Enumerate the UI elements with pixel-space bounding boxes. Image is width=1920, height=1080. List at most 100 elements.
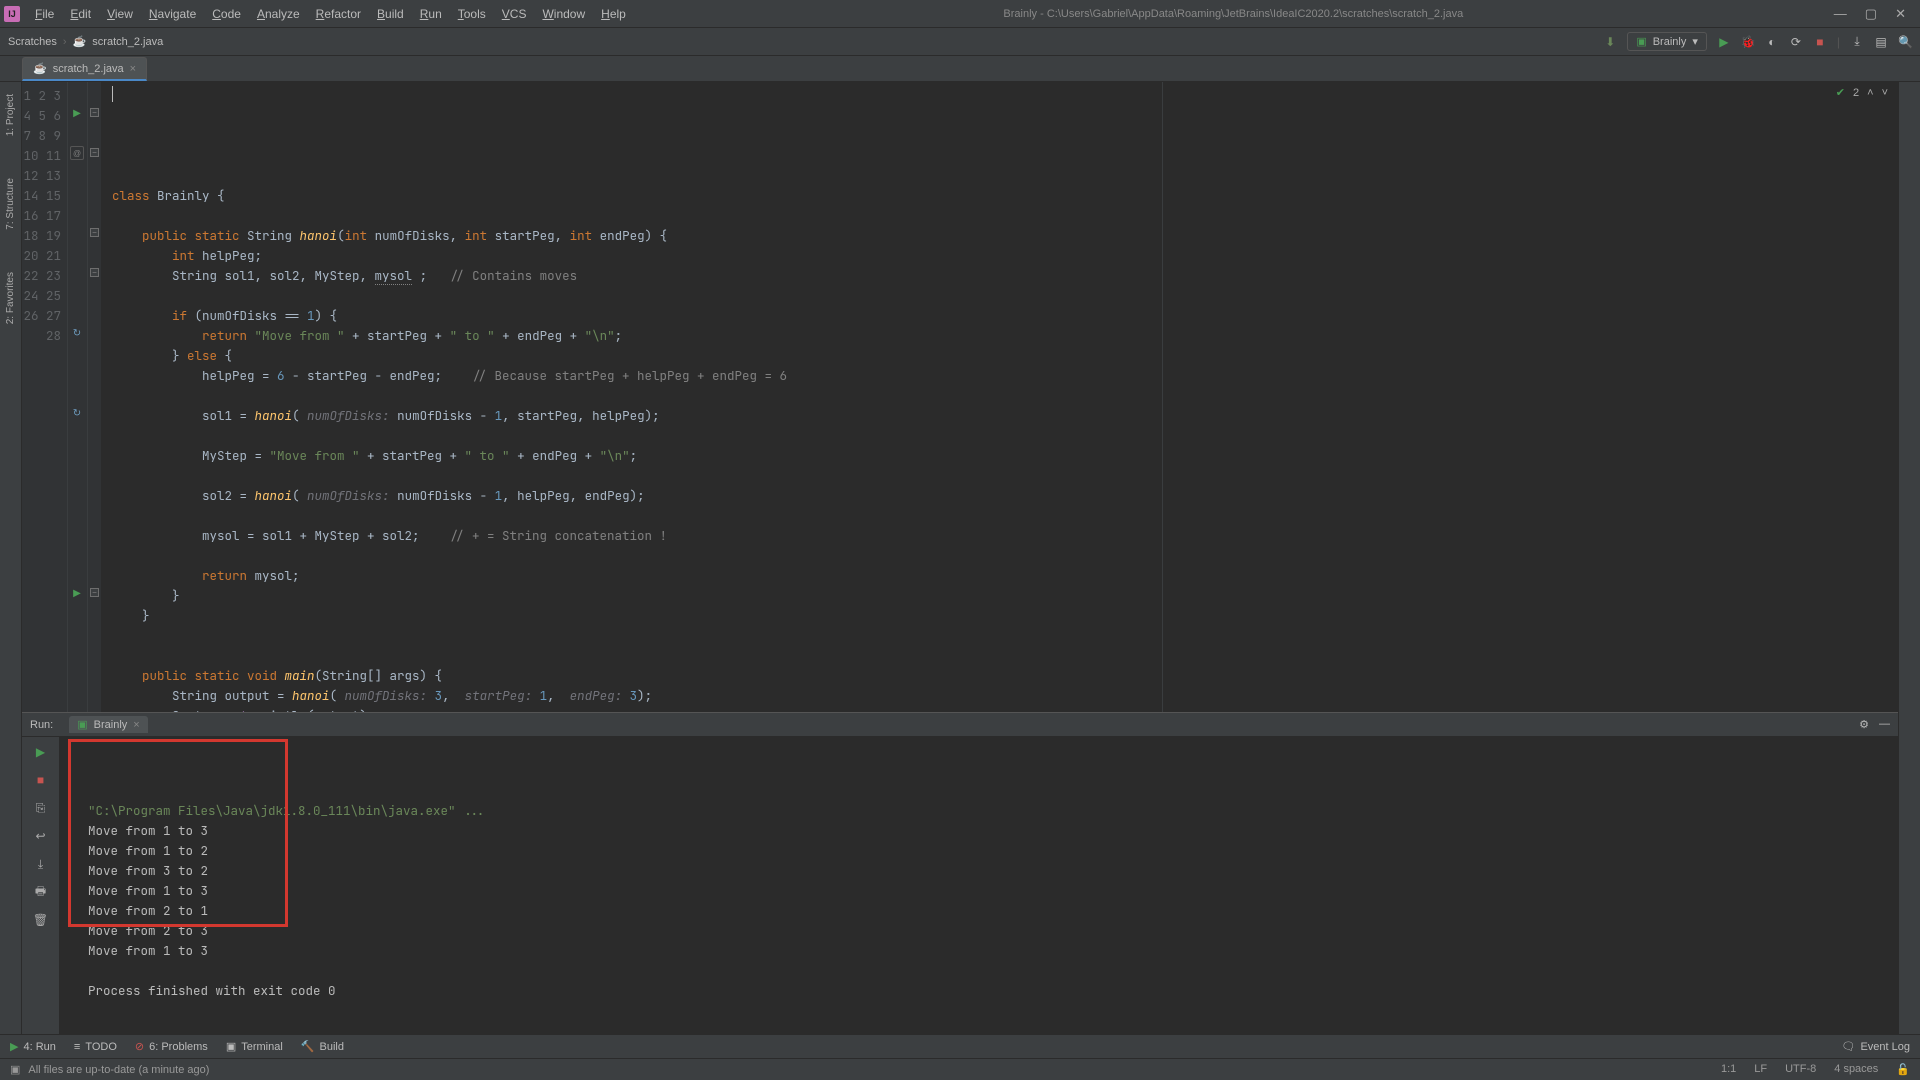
tool-tab-structure[interactable]: 7: Structure (3, 172, 18, 236)
fold-toggle-icon[interactable]: − (90, 228, 99, 237)
console-line: Move from 2 to 3 (60, 921, 1898, 941)
gear-icon[interactable]: ⚙ (1859, 718, 1869, 731)
tool-build[interactable]: 🔨 Build (301, 1040, 344, 1053)
run-class-gutter-icon[interactable]: ▶ (70, 106, 84, 120)
layout-icon[interactable]: ⎘ (32, 799, 50, 817)
todo-icon: ≡ (74, 1041, 80, 1053)
rerun-icon[interactable]: ▶ (32, 743, 50, 761)
chevron-down-icon[interactable]: ˅ (1882, 87, 1888, 99)
title-bar: IJ FileEditViewNavigateCodeAnalyzeRefact… (0, 0, 1920, 28)
window-controls: — ▢ ✕ (1834, 6, 1906, 22)
tool-tab-favorites[interactable]: 2: Favorites (3, 266, 18, 330)
recursive-call-icon[interactable]: ↻ (70, 326, 84, 340)
tab-close-icon[interactable]: × (133, 719, 139, 731)
run-header: Run: ▣ Brainly × ⚙ — (22, 713, 1898, 737)
tool-eventlog[interactable]: 🗨 Event Log (1841, 1040, 1910, 1053)
minimize-icon[interactable]: — (1834, 6, 1847, 22)
maximize-icon[interactable]: ▢ (1865, 6, 1877, 22)
minimize-panel-icon[interactable]: — (1879, 718, 1890, 731)
soft-wrap-icon[interactable]: ↩ (32, 827, 50, 845)
java-file-icon: ☕ (33, 62, 47, 75)
chevron-down-icon: ▾ (1692, 35, 1698, 48)
breadcrumb-file[interactable]: scratch_2.java (92, 36, 163, 48)
search-everywhere-icon[interactable]: 🔍 (1898, 35, 1912, 49)
menu-code[interactable]: Code (205, 3, 248, 25)
console-line: Process finished with exit code 0 (60, 981, 1898, 1001)
toolwindow-toggle-icon[interactable]: ▣ (10, 1063, 20, 1076)
console-line: Move from 1 to 2 (60, 841, 1898, 861)
tool-terminal[interactable]: ▣ Terminal (226, 1040, 283, 1053)
editor-inspection-widget[interactable]: ✔ 2 ˄ ˅ (1836, 86, 1888, 99)
editor[interactable]: 1 2 3 4 5 6 7 8 9 10 11 12 13 14 15 16 1… (22, 82, 1898, 712)
console-output[interactable]: "C:\Program Files\Java\jdk1.8.0_111\bin\… (60, 737, 1898, 1034)
readonly-lock-icon[interactable]: 🔓 (1896, 1063, 1910, 1076)
line-separator[interactable]: LF (1754, 1063, 1767, 1076)
breadcrumb-root[interactable]: Scratches (8, 36, 57, 48)
console-line (60, 961, 1898, 981)
encoding[interactable]: UTF-8 (1785, 1063, 1816, 1076)
profile-icon[interactable]: ⟳ (1789, 35, 1803, 49)
run-config-icon: ▣ (77, 718, 87, 731)
toolbar-actions: ⬇ ▣ Brainly ▾ ▶ 🐞 ◐ ⟳ ■ | ⤓ ▤ 🔍 (1603, 32, 1912, 51)
structure-icon[interactable]: ▤ (1874, 35, 1888, 49)
run-tab[interactable]: ▣ Brainly × (69, 716, 147, 733)
override-gutter-icon[interactable]: @ (70, 146, 84, 160)
build-icon[interactable]: ⬇ (1603, 35, 1617, 49)
caret-position[interactable]: 1:1 (1721, 1063, 1736, 1076)
menu-build[interactable]: Build (370, 3, 411, 25)
print-icon[interactable]: 🖶 (32, 883, 50, 901)
chevron-up-icon[interactable]: ˄ (1867, 87, 1873, 99)
menu-tools[interactable]: Tools (451, 3, 493, 25)
editor-tabs: ☕ scratch_2.java × (0, 56, 1920, 82)
run-label: Run: (30, 719, 53, 731)
stop-icon[interactable]: ■ (32, 771, 50, 789)
menu-window[interactable]: Window (535, 3, 592, 25)
nav-bar: Scratches › ☕ scratch_2.java ⬇ ▣ Brainly… (0, 28, 1920, 56)
tool-tab-project[interactable]: 1: Project (3, 88, 18, 142)
menu-file[interactable]: File (28, 3, 61, 25)
tool-run[interactable]: ▶ 4: Run (10, 1040, 56, 1053)
fold-toggle-icon[interactable]: − (90, 148, 99, 157)
code-area[interactable]: class Brainly { public static String han… (102, 82, 1898, 712)
fold-column: − − − − − (88, 82, 102, 712)
tab-close-icon[interactable]: × (130, 63, 136, 75)
menu-edit[interactable]: Edit (63, 3, 98, 25)
menu-refactor[interactable]: Refactor (309, 3, 368, 25)
run-icon[interactable]: ▶ (1717, 35, 1731, 49)
recursive-call-icon[interactable]: ↻ (70, 406, 84, 420)
menu-help[interactable]: Help (594, 3, 633, 25)
tool-label: TODO (85, 1041, 117, 1053)
right-tool-stripe (1898, 82, 1920, 1034)
run-config-icon: ▣ (1636, 35, 1646, 48)
breadcrumb-separator-icon: › (63, 36, 67, 48)
scroll-end-icon[interactable]: ⤓ (32, 855, 50, 873)
problems-icon: ⊘ (135, 1040, 144, 1053)
coverage-icon[interactable]: ◐ (1765, 35, 1779, 49)
run-config-selector[interactable]: ▣ Brainly ▾ (1627, 32, 1707, 51)
tool-todo[interactable]: ≡ TODO (74, 1041, 117, 1053)
tool-problems[interactable]: ⊘ 6: Problems (135, 1040, 208, 1053)
fold-toggle-icon[interactable]: − (90, 268, 99, 277)
menu-run[interactable]: Run (413, 3, 449, 25)
status-right: 1:1 LF UTF-8 4 spaces 🔓 (1721, 1063, 1910, 1076)
run-sidebar: ▶ ■ ⎘ ↩ ⤓ 🖶 🗑 (22, 737, 60, 1034)
editor-tab[interactable]: ☕ scratch_2.java × (22, 57, 147, 81)
breadcrumb: Scratches › ☕ scratch_2.java (8, 35, 163, 48)
debug-icon[interactable]: 🐞 (1741, 35, 1755, 49)
tab-label: scratch_2.java (53, 63, 124, 75)
git-update-icon[interactable]: ⤓ (1850, 34, 1864, 49)
menu-navigate[interactable]: Navigate (142, 3, 203, 25)
stop-icon[interactable]: ■ (1813, 35, 1827, 49)
indent[interactable]: 4 spaces (1834, 1063, 1878, 1076)
run-config-name: Brainly (1653, 36, 1687, 48)
gutter-icons: ▶ @ ↻ ↻ ▶ (68, 82, 88, 712)
clear-icon[interactable]: 🗑 (32, 911, 50, 929)
menu-vcs[interactable]: VCS (495, 3, 534, 25)
fold-toggle-icon[interactable]: − (90, 108, 99, 117)
menu-analyze[interactable]: Analyze (250, 3, 307, 25)
menu-view[interactable]: View (100, 3, 140, 25)
run-main-gutter-icon[interactable]: ▶ (70, 586, 84, 600)
fold-toggle-icon[interactable]: − (90, 588, 99, 597)
check-icon: ✔ (1836, 86, 1845, 99)
close-icon[interactable]: ✕ (1895, 6, 1906, 22)
